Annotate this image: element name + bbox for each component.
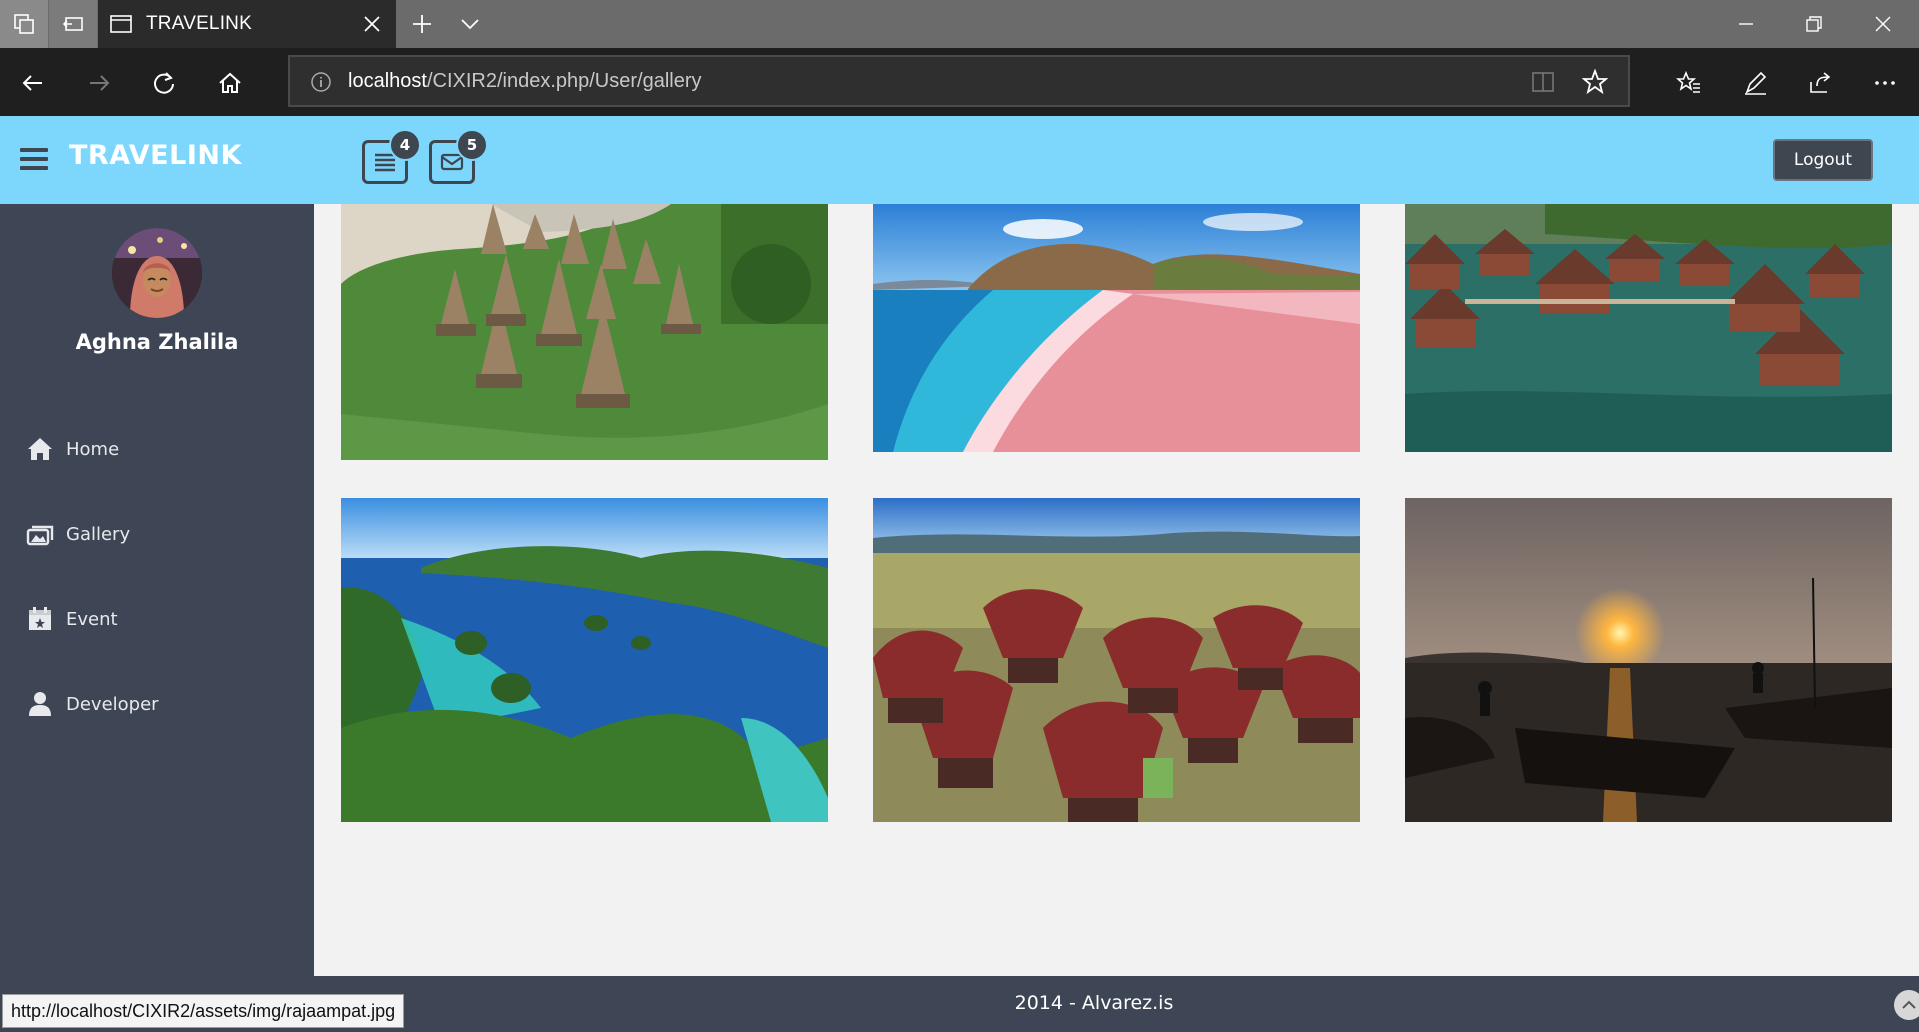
messages-count-badge: 5	[456, 129, 488, 161]
sidebar-item-home[interactable]: Home	[26, 432, 119, 466]
gallery-image-bungalows[interactable]	[1405, 204, 1892, 452]
set-tabs-aside-button[interactable]	[49, 0, 97, 48]
tab-travelink[interactable]: TRAVELINK	[98, 0, 396, 48]
sidebar-item-label: Event	[66, 608, 118, 630]
sidebar-item-label: Home	[66, 438, 120, 460]
browser-tab-bar: TRAVELINK	[0, 0, 1919, 48]
username: Aghna Zhalila	[75, 330, 239, 354]
app-header: TRAVELINK 4 5 Logout	[0, 116, 1919, 204]
tab-title: TRAVELINK	[146, 13, 252, 34]
page-icon	[110, 15, 132, 33]
gallery-image-raja-ampat[interactable]	[341, 498, 828, 822]
address-text: localhost/CIXIR2/index.php/User/gallery	[348, 70, 702, 93]
sidebar-item-label: Developer	[66, 693, 159, 715]
gallery-image-traditional-houses[interactable]	[341, 204, 828, 460]
sidebar-item-event[interactable]: Event	[26, 602, 118, 636]
tab-preview-button[interactable]	[0, 0, 48, 48]
menu-toggle-icon[interactable]	[20, 148, 48, 170]
avatar	[112, 228, 202, 318]
sidebar-item-label: Gallery	[66, 523, 131, 545]
forward-icon[interactable]	[86, 70, 112, 96]
gallery-image-toraja[interactable]	[873, 498, 1360, 822]
info-icon[interactable]	[310, 71, 332, 93]
refresh-icon[interactable]	[151, 70, 177, 96]
home-icon	[28, 438, 52, 460]
address-host: localhost	[348, 70, 427, 92]
new-tab-icon[interactable]	[410, 12, 434, 36]
calendar-icon	[29, 607, 51, 630]
reading-view-icon[interactable]	[1530, 69, 1556, 95]
share-icon[interactable]	[1807, 70, 1833, 96]
gallery-image-sunset-boats[interactable]	[1405, 498, 1892, 822]
logout-button[interactable]: Logout	[1773, 139, 1873, 181]
tasks-count-badge: 4	[389, 129, 421, 161]
sidebar: Aghna Zhalila Home Gallery Event Develop…	[0, 204, 314, 976]
favorite-star-icon[interactable]	[1582, 69, 1608, 95]
home-browser-icon[interactable]	[217, 70, 243, 96]
restore-icon[interactable]	[1802, 12, 1826, 36]
close-tab-icon[interactable]	[360, 12, 384, 36]
window-close-icon[interactable]	[1871, 12, 1895, 36]
web-note-icon[interactable]	[1742, 70, 1768, 96]
back-icon[interactable]	[20, 70, 46, 96]
tasks-button[interactable]: 4	[362, 129, 421, 184]
scroll-top-button[interactable]	[1894, 990, 1919, 1020]
status-bar-url: http://localhost/CIXIR2/assets/img/rajaa…	[2, 994, 405, 1028]
browser-nav-bar: localhost/CIXIR2/index.php/User/gallery	[0, 48, 1919, 116]
favorites-hub-icon[interactable]	[1676, 70, 1702, 96]
gallery-image-pink-beach[interactable]	[873, 204, 1360, 452]
chevron-down-icon[interactable]	[458, 12, 482, 36]
address-bar[interactable]: localhost/CIXIR2/index.php/User/gallery	[288, 55, 1630, 107]
gallery-icon	[26, 525, 54, 546]
user-icon	[29, 692, 51, 716]
brand-logo[interactable]: TRAVELINK	[69, 140, 242, 171]
sidebar-item-gallery[interactable]: Gallery	[26, 517, 130, 551]
more-icon[interactable]	[1872, 70, 1898, 96]
address-path: /CIXIR2/index.php/User/gallery	[426, 70, 702, 92]
minimize-icon[interactable]	[1734, 12, 1758, 36]
chevron-up-icon	[1902, 1000, 1916, 1009]
messages-button[interactable]: 5	[429, 129, 488, 184]
tabs-back-icon	[62, 17, 83, 31]
tabs-aside-icon	[14, 14, 34, 34]
sidebar-item-developer[interactable]: Developer	[26, 687, 159, 721]
